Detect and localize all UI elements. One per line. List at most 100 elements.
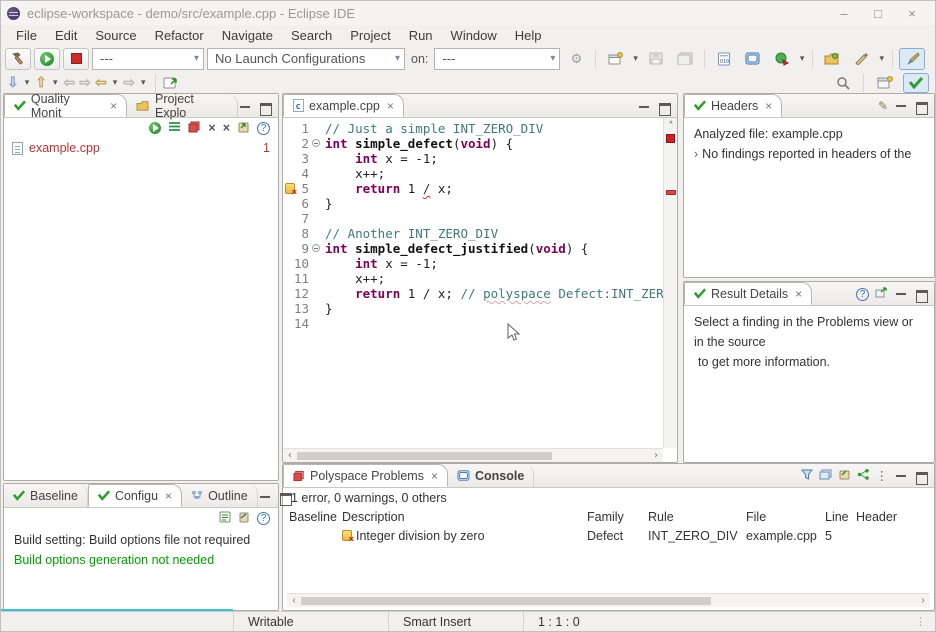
gutter[interactable]: 9 — [283, 241, 325, 256]
gutter[interactable]: 8 — [283, 226, 325, 241]
code-line-5[interactable]: 5 return 1 / x; — [283, 181, 663, 196]
minimize-view-icon[interactable] — [894, 288, 908, 300]
help-icon[interactable]: ? — [257, 512, 270, 525]
build-hammer-button[interactable] — [5, 48, 31, 70]
open-perspective-icon[interactable] — [877, 76, 893, 90]
code-line-4[interactable]: 4 x++; — [283, 166, 663, 181]
gutter[interactable]: 11 — [283, 271, 325, 286]
fold-collapse-icon[interactable] — [309, 241, 323, 256]
polyspace-perspective-button[interactable] — [903, 73, 929, 93]
search-icon[interactable] — [836, 76, 850, 90]
target-combo[interactable]: --- ▾ — [434, 48, 560, 70]
maximize-view-icon[interactable] — [278, 491, 292, 503]
column-header-family[interactable]: Family — [587, 510, 648, 524]
code-line-2[interactable]: 2int simple_defect(void) { — [283, 136, 663, 151]
binary-file-icon[interactable]: 010 — [711, 48, 737, 70]
maximize-view-icon[interactable] — [914, 288, 928, 300]
code-line-6[interactable]: 6} — [283, 196, 663, 211]
menu-item-refactor[interactable]: Refactor — [146, 28, 213, 43]
polyspace-brush-button[interactable] — [899, 48, 925, 70]
overview-ruler[interactable]: ▴ — [663, 118, 677, 448]
link-with-editor-icon[interactable]: ✎ — [878, 99, 888, 113]
menu-item-edit[interactable]: Edit — [46, 28, 86, 43]
tab-project-explorer[interactable]: Project Explo — [127, 94, 238, 117]
delete-all-icon[interactable]: × — [223, 121, 230, 135]
maximize-button[interactable]: □ — [861, 6, 895, 21]
code-line-3[interactable]: 3 int x = -1; — [283, 151, 663, 166]
launch-config-combo[interactable]: No Launch Configurations ▾ — [207, 48, 405, 70]
maximize-view-icon[interactable] — [914, 470, 928, 482]
close-icon[interactable]: × — [385, 99, 394, 113]
gutter[interactable]: 7 — [283, 211, 325, 226]
quality-file-row[interactable]: example.cpp 1 — [4, 138, 278, 158]
menu-item-project[interactable]: Project — [341, 28, 399, 43]
column-header-rule[interactable]: Rule — [648, 510, 746, 524]
tab-outline[interactable]: Outline — [182, 484, 258, 507]
profile-run-icon[interactable] — [769, 48, 795, 70]
problems-row[interactable]: Integer division by zeroDefectINT_ZERO_D… — [283, 526, 934, 545]
tab-headers[interactable]: Headers × — [684, 94, 782, 117]
code-line-8[interactable]: 8// Another INT_ZERO_DIV — [283, 226, 663, 241]
scroll-left-icon[interactable]: ‹ — [287, 595, 301, 606]
gutter[interactable]: 12 — [283, 286, 325, 301]
help-icon[interactable]: ? — [856, 288, 869, 301]
headers-findings-row[interactable]: ›No findings reported in headers of the — [694, 144, 924, 164]
run-button[interactable] — [34, 48, 60, 70]
column-header-file[interactable]: File — [746, 510, 825, 524]
scroll-right-icon[interactable]: › — [649, 450, 663, 461]
menu-item-search[interactable]: Search — [282, 28, 341, 43]
open-external-icon[interactable] — [875, 287, 888, 301]
maximize-view-icon[interactable] — [914, 100, 928, 112]
column-header-description[interactable]: Description — [342, 510, 587, 524]
menu-item-source[interactable]: Source — [86, 28, 145, 43]
tab-baseline[interactable]: Baseline — [4, 484, 88, 507]
annotate-pen-icon[interactable] — [848, 48, 874, 70]
open-task-icon[interactable] — [819, 48, 845, 70]
share-icon[interactable] — [857, 469, 870, 483]
tab-quality-monitoring[interactable]: Quality Monit × — [4, 94, 127, 117]
chevron-down-icon[interactable]: ▾ — [879, 53, 884, 64]
gutter[interactable]: 14 — [283, 316, 325, 331]
minimize-button[interactable]: – — [827, 6, 861, 21]
group-by-icon[interactable] — [819, 469, 832, 483]
tab-configuration[interactable]: Configu × — [88, 484, 182, 507]
code-line-14[interactable]: 14 — [283, 316, 663, 331]
forward-history-icon[interactable]: ⇨ — [79, 74, 91, 91]
scroll-right-icon[interactable]: › — [916, 595, 930, 606]
scroll-up-icon[interactable]: ▴ — [664, 118, 677, 127]
filter-icon[interactable] — [801, 469, 813, 483]
close-icon[interactable]: × — [429, 469, 438, 483]
editor-horizontal-scrollbar[interactable]: ‹ › — [283, 448, 663, 462]
code-line-1[interactable]: 1// Just a simple INT_ZERO_DIV — [283, 121, 663, 136]
column-header-baseline[interactable]: Baseline — [289, 510, 342, 524]
menu-item-navigate[interactable]: Navigate — [213, 28, 282, 43]
delete-icon[interactable]: × — [208, 121, 215, 135]
back-history-icon[interactable]: ⇦ — [64, 74, 76, 91]
gutter[interactable]: 6 — [283, 196, 325, 211]
last-edit-location-icon[interactable] — [163, 76, 178, 89]
code-area[interactable]: 1// Just a simple INT_ZERO_DIV2int simpl… — [283, 121, 663, 448]
previous-annotation-icon[interactable]: ⇧ — [35, 74, 47, 91]
remove-results-icon[interactable] — [188, 121, 201, 136]
code-line-7[interactable]: 7 — [283, 211, 663, 226]
fold-collapse-icon[interactable] — [309, 136, 323, 151]
save-all-icon[interactable] — [672, 48, 698, 70]
scrollbar-thumb[interactable] — [297, 452, 552, 460]
tab-editor-example-cpp[interactable]: c example.cpp × — [283, 94, 404, 117]
view-menu-icon[interactable]: ⋮ — [876, 468, 889, 483]
minimize-view-icon[interactable] — [894, 100, 908, 112]
close-icon[interactable]: × — [793, 287, 802, 301]
gutter[interactable]: 3 — [283, 151, 325, 166]
maximize-view-icon[interactable] — [657, 101, 671, 113]
start-analysis-icon[interactable] — [149, 122, 161, 134]
code-line-10[interactable]: 10 int x = -1; — [283, 256, 663, 271]
gutter[interactable]: 1 — [283, 121, 325, 136]
close-icon[interactable]: × — [163, 489, 172, 503]
menu-item-run[interactable]: Run — [400, 28, 442, 43]
code-line-12[interactable]: 12 return 1 / x; // polyspace Defect:INT… — [283, 286, 663, 301]
chevron-down-icon[interactable]: ▾ — [800, 53, 805, 64]
status-drag-handle-icon[interactable]: ⋮ — [915, 615, 927, 628]
chevron-right-icon[interactable]: › — [694, 147, 698, 161]
tab-result-details[interactable]: Result Details × — [684, 282, 812, 305]
menu-item-help[interactable]: Help — [506, 28, 551, 43]
